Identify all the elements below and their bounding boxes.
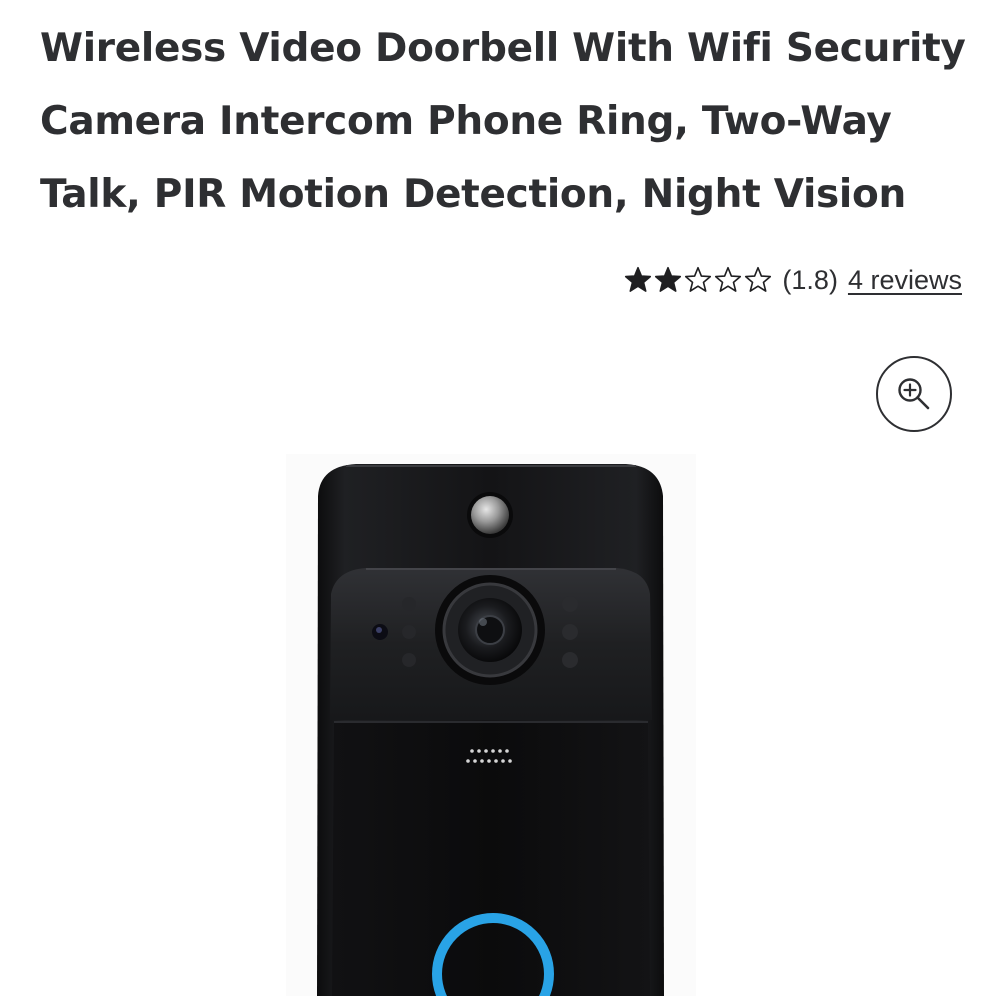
star-empty-icon	[715, 266, 742, 292]
zoom-in-icon	[898, 378, 930, 410]
product-title: Wireless Video Doorbell With Wifi Securi…	[40, 26, 966, 217]
doorbell-illustration	[317, 464, 664, 996]
zoom-button[interactable]	[876, 356, 952, 432]
product-image[interactable]	[286, 454, 696, 996]
reviews-link[interactable]: 4 reviews	[848, 265, 962, 296]
star-empty-icon	[745, 266, 772, 292]
star-filled-icon	[625, 266, 652, 292]
star-empty-icon	[685, 266, 712, 292]
rating-value: (1.8)	[782, 264, 838, 295]
rating-summary: (1.8) 4 reviews	[624, 258, 962, 302]
star-rating	[624, 266, 772, 294]
star-filled-icon	[655, 266, 682, 292]
